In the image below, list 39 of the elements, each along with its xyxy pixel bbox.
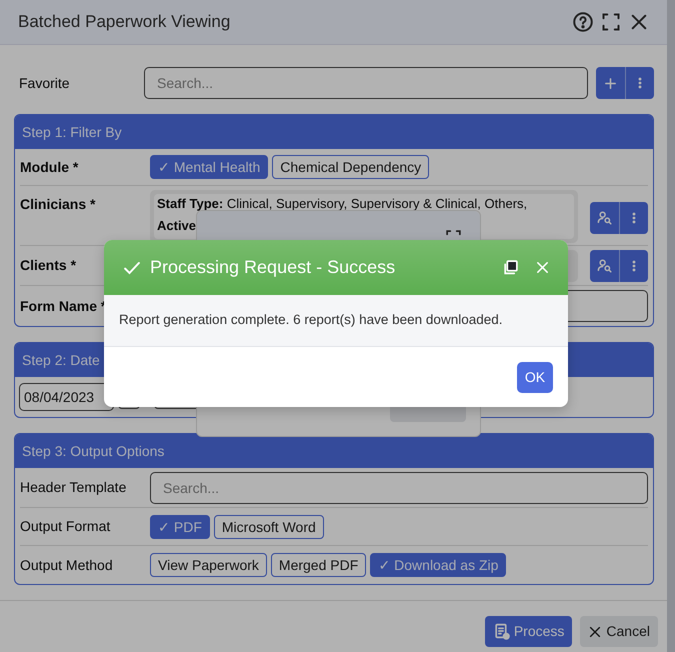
close-icon — [629, 12, 649, 32]
field-label: Output Method — [20, 556, 113, 572]
option-toggle[interactable]: Microsoft Word — [214, 514, 324, 538]
field-label: Header Template — [20, 479, 126, 495]
search-field[interactable]: Search... — [144, 67, 588, 99]
close-icon — [535, 260, 550, 275]
cancel-button[interactable]: Cancel — [580, 616, 658, 647]
modal-title: Processing Request - Success — [150, 256, 396, 279]
copy-icon — [502, 259, 519, 276]
plus-icon — [603, 76, 618, 90]
ok-button[interactable]: OK — [517, 362, 553, 392]
document-icon — [492, 623, 510, 640]
fullscreen-icon — [601, 12, 621, 32]
process-button[interactable]: Process — [484, 616, 572, 647]
modal-message: Report generation complete. 6 report(s) have been downloaded. — [119, 311, 502, 330]
filter-text: Staff Type: Clinical, Supervisory, Supervisory & Clinical, Others, — [157, 195, 528, 213]
step-title: Step 1: Filter By — [22, 122, 122, 142]
option-toggle[interactable]: Merged PDF — [270, 553, 366, 577]
field-label: Module * — [20, 158, 78, 174]
user-search-icon — [597, 258, 612, 273]
option-toggle[interactable]: View Paperwork — [150, 553, 267, 577]
fullscreen-button[interactable] — [601, 12, 621, 32]
step-title: Step 3: Output Options — [22, 442, 164, 461]
option-toggle[interactable]: Chemical Dependency — [272, 155, 430, 179]
copy-button[interactable] — [502, 259, 519, 276]
field-label: Output Format — [20, 518, 110, 534]
step-title: Step 2: Date — [22, 350, 100, 370]
user-search-icon — [597, 210, 612, 225]
close-button[interactable] — [629, 12, 649, 32]
field-label: Clients * — [20, 257, 76, 273]
close-icon — [588, 624, 602, 638]
help-button[interactable] — [573, 12, 593, 32]
field-label: Favorite — [18, 74, 71, 92]
search-field[interactable]: Search... — [150, 472, 648, 504]
help-icon — [573, 12, 593, 32]
date-field[interactable]: 08/04/2023 — [19, 383, 114, 411]
dialog-title: Batched Paperwork Viewing — [18, 11, 230, 34]
field-label: Clinicians * — [20, 196, 96, 212]
filter-text: Active — [157, 217, 196, 235]
